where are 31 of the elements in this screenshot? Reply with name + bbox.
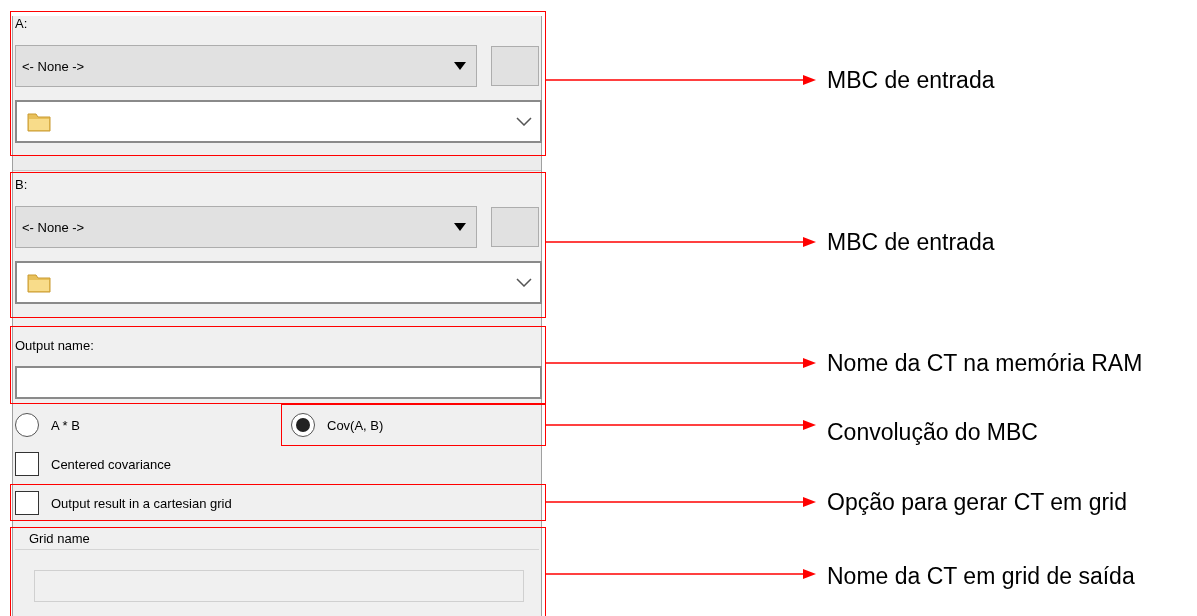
checkbox-label: Output result in a cartesian grid	[51, 495, 232, 511]
checkbox[interactable]	[15, 491, 39, 515]
annotation-label: MBC de entrada	[827, 66, 995, 94]
annotation-label: Nome da CT em grid de saída	[827, 562, 1135, 590]
field-label: A:	[15, 16, 28, 32]
checkbox-label: Centered covariance	[51, 456, 171, 472]
caret-icon	[454, 223, 467, 231]
annotation-label: Opção para gerar CT em grid	[827, 488, 1127, 516]
radio-label: Cov(A, B)	[327, 417, 384, 433]
radio-label: A * B	[51, 417, 80, 433]
square-button[interactable]	[491, 46, 539, 86]
annotation-label: Convolução do MBC	[827, 418, 1038, 446]
folder-icon	[27, 111, 51, 132]
radio-button[interactable]	[15, 413, 39, 437]
checkbox[interactable]	[15, 452, 39, 476]
chevron-down-icon	[516, 278, 532, 287]
output-name-field[interactable]	[15, 366, 542, 399]
file-combo[interactable]	[15, 261, 542, 304]
dropdown[interactable]: <- None ->	[15, 45, 478, 87]
caret-icon	[454, 62, 467, 70]
field-label: Output name:	[15, 338, 94, 354]
chevron-down-icon	[516, 117, 532, 126]
dropdown[interactable]: <- None ->	[15, 206, 478, 248]
annotation-label: Nome da CT na memória RAM	[827, 349, 1143, 377]
field-label: B:	[15, 177, 28, 193]
folder-icon	[27, 272, 51, 293]
annotation-label: MBC de entrada	[827, 228, 995, 256]
file-combo[interactable]	[15, 100, 542, 143]
radio-button[interactable]	[291, 413, 315, 437]
square-button[interactable]	[491, 207, 539, 247]
group-title: Grid name	[28, 531, 91, 547]
